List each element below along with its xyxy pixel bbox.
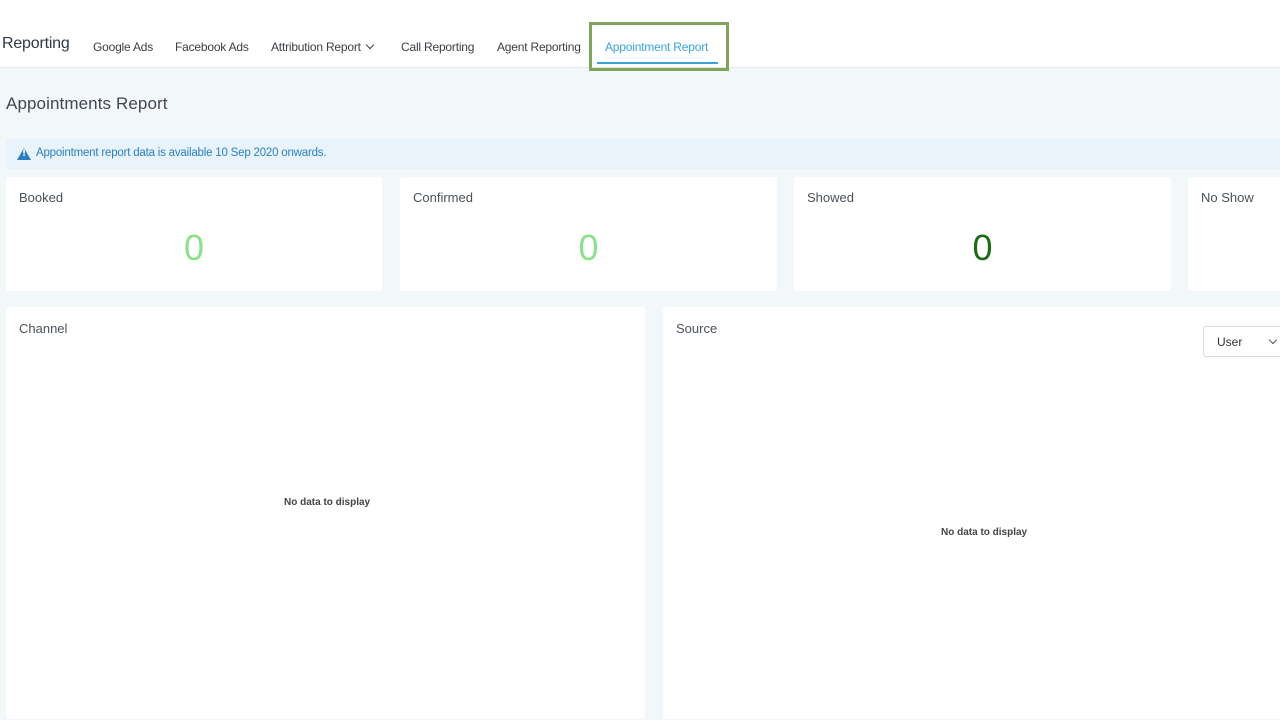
tab-attribution-report[interactable]: Attribution Report bbox=[271, 40, 375, 54]
stat-label: Confirmed bbox=[413, 190, 473, 205]
stat-card-no-show: No Show bbox=[1188, 177, 1280, 291]
panel-title: Source bbox=[676, 321, 718, 336]
top-navigation-bar: Reporting Google Ads Facebook Ads Attrib… bbox=[0, 0, 1280, 68]
source-filter-select[interactable]: User bbox=[1203, 326, 1280, 357]
stat-card-booked: Booked 0 bbox=[6, 177, 382, 291]
source-panel: Source User No data to display bbox=[663, 307, 1280, 719]
stat-value: 0 bbox=[183, 227, 205, 268]
select-value: User bbox=[1217, 335, 1243, 349]
chevron-down-icon bbox=[365, 40, 375, 50]
warning-triangle-icon bbox=[17, 148, 31, 160]
empty-state-message: No data to display bbox=[284, 497, 371, 508]
info-alert-banner: Appointment report data is available 10 … bbox=[6, 139, 1280, 169]
tab-agent-reporting[interactable]: Agent Reporting bbox=[497, 40, 581, 54]
stat-label: No Show bbox=[1201, 190, 1254, 205]
tab-facebook-ads[interactable]: Facebook Ads bbox=[175, 40, 249, 54]
page-title: Appointments Report bbox=[6, 94, 168, 113]
chevron-down-icon bbox=[1268, 335, 1278, 345]
tab-google-ads[interactable]: Google Ads bbox=[93, 40, 153, 54]
alert-message: Appointment report data is available 10 … bbox=[36, 147, 327, 159]
tab-appointment-report[interactable]: Appointment Report bbox=[605, 40, 708, 54]
stat-value: 0 bbox=[972, 227, 993, 268]
stat-value: 0 bbox=[578, 227, 599, 268]
tab-attribution-report-label: Attribution Report bbox=[271, 40, 361, 54]
stat-card-confirmed: Confirmed 0 bbox=[400, 177, 777, 291]
empty-state-message: No data to display bbox=[941, 527, 1028, 538]
panel-title: Channel bbox=[19, 321, 68, 336]
channel-panel: Channel No data to display bbox=[6, 307, 645, 719]
stat-card-showed: Showed 0 bbox=[794, 177, 1171, 291]
active-tab-underline bbox=[597, 62, 718, 64]
stat-label: Booked bbox=[19, 190, 64, 205]
tab-call-reporting[interactable]: Call Reporting bbox=[401, 40, 474, 54]
stat-label: Showed bbox=[807, 190, 854, 205]
reporting-title: Reporting bbox=[2, 35, 70, 52]
